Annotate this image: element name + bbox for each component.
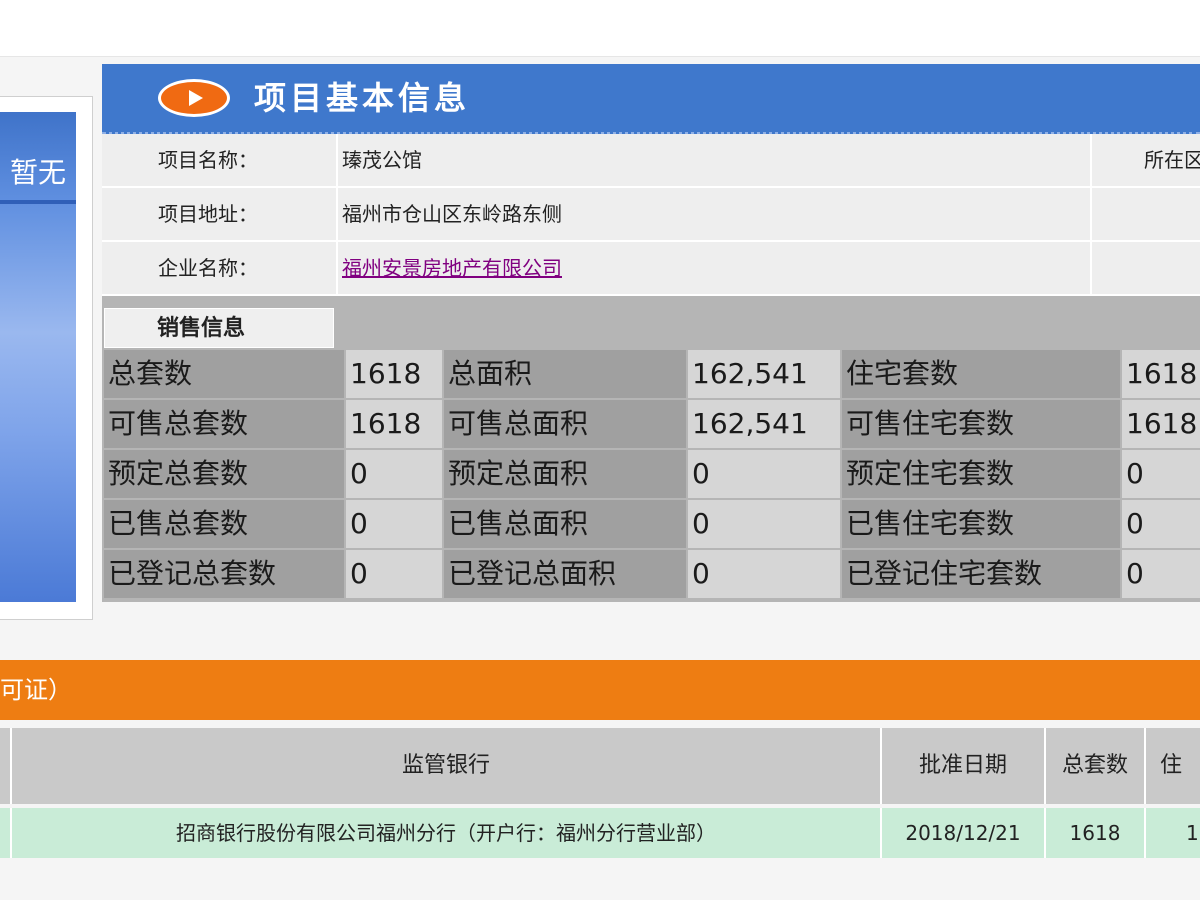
sales-value-cell: 0 — [688, 450, 840, 498]
info-row-project-address: 项目地址： 福州市仓山区东岭路东侧 — [102, 188, 1200, 242]
sales-key-cell: 总面积 — [444, 350, 686, 398]
sales-value-cell: 0 — [346, 550, 442, 598]
info-extra-cell — [1090, 242, 1200, 294]
project-address-value: 福州市仓山区东岭路东侧 — [336, 188, 1088, 240]
table-header-bank: 监管银行 — [12, 728, 882, 804]
sales-value-cell: 0 — [688, 550, 840, 598]
table-header-cell — [0, 728, 12, 804]
permit-section-bar — [0, 660, 1200, 720]
sales-key-cell: 已登记总面积 — [444, 550, 686, 598]
info-extra-cell — [1090, 188, 1200, 240]
sales-key-cell: 已售住宅套数 — [842, 500, 1120, 548]
sales-key-cell: 预定总面积 — [444, 450, 686, 498]
table-cell-residential: 16 — [1146, 808, 1200, 858]
sales-value-cell: 0 — [1122, 500, 1200, 548]
info-label: 项目名称： — [158, 148, 258, 172]
play-circle-icon — [158, 79, 230, 117]
sales-key-cell: 已登记住宅套数 — [842, 550, 1120, 598]
sales-value-cell: 1618 — [1122, 400, 1200, 448]
sales-value-cell: 0 — [346, 450, 442, 498]
sales-value-cell: 0 — [688, 500, 840, 548]
table-cell-total: 1618 — [1046, 808, 1146, 858]
project-name-value: 瑧茂公馆 — [336, 134, 1088, 186]
table-header-total: 总套数 — [1046, 728, 1146, 804]
left-panel-divider — [0, 200, 76, 204]
sales-value-cell: 1618 — [346, 350, 442, 398]
district-label: 所在区 — [1090, 134, 1200, 186]
top-strip — [0, 0, 1200, 57]
sales-value-cell: 1618 — [1122, 350, 1200, 398]
info-label: 企业名称： — [158, 256, 258, 280]
tab-sales-info[interactable]: 销售信息 — [104, 308, 334, 348]
sales-key-cell: 已售总面积 — [444, 500, 686, 548]
sales-key-cell: 可售住宅套数 — [842, 400, 1120, 448]
left-panel-label: 暂无 — [9, 156, 66, 189]
sales-value-cell: 162,541 — [688, 350, 840, 398]
sales-value-cell: 0 — [346, 500, 442, 548]
sales-key-cell: 预定总套数 — [104, 450, 344, 498]
sales-key-cell: 预定住宅套数 — [842, 450, 1120, 498]
sales-value-cell: 1618 — [346, 400, 442, 448]
sales-value-cell: 0 — [1122, 450, 1200, 498]
sales-key-cell: 可售总套数 — [104, 400, 344, 448]
info-row-company-name: 企业名称： 福州安景房地产有限公司 — [102, 242, 1200, 296]
sales-value-cell: 162,541 — [688, 400, 840, 448]
company-cell: 福州安景房地产有限公司 — [336, 242, 1088, 294]
sales-key-cell: 已售总套数 — [104, 500, 344, 548]
sales-key-cell: 总套数 — [104, 350, 344, 398]
info-label: 项目地址： — [158, 202, 258, 226]
section-title: 项目基本信息 — [254, 79, 471, 117]
table-cell — [0, 808, 12, 858]
company-name-link[interactable]: 福州安景房地产有限公司 — [342, 256, 562, 280]
sales-key-cell: 住宅套数 — [842, 350, 1120, 398]
table-header-date: 批准日期 — [882, 728, 1046, 804]
permit-section-title: 可证） — [0, 676, 72, 704]
sales-key-cell: 可售总面积 — [444, 400, 686, 448]
section-header: 项目基本信息 — [102, 64, 1200, 135]
sales-value-cell: 0 — [1122, 550, 1200, 598]
table-header-residential: 住宅 — [1146, 728, 1200, 854]
table-cell-date: 2018/12/21 — [882, 808, 1046, 858]
table-cell-bank: 招商银行股份有限公司福州分行（开户行：福州分行营业部） — [12, 808, 882, 858]
sales-key-cell: 已登记总套数 — [104, 550, 344, 598]
info-row-project-name: 项目名称： 瑧茂公馆 所在区 — [102, 134, 1200, 188]
